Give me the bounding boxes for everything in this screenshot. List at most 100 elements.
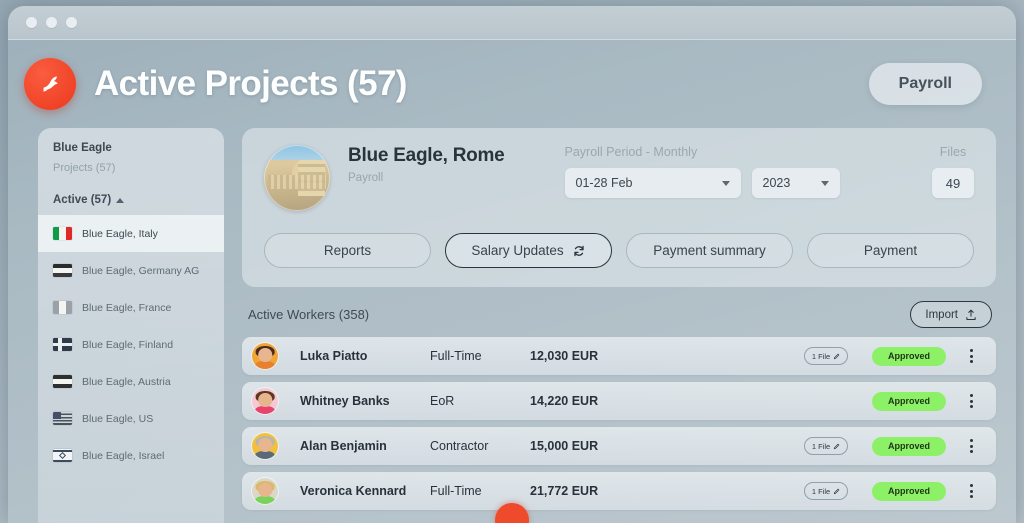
table-row[interactable]: Veronica Kennard Full-Time 21,772 EUR 1 Fil… xyxy=(242,472,996,510)
sidebar-item-label: Blue Eagle, Germany AG xyxy=(82,264,200,277)
sidebar-item-label: Blue Eagle, US xyxy=(82,412,154,425)
table-row[interactable]: Alan Benjamin Contractor 15,000 EUR 1 File A… xyxy=(242,427,996,465)
worker-type: Contractor xyxy=(430,439,489,453)
browser-window: Active Projects (57) Payroll Blue Eagle … xyxy=(8,6,1016,523)
file-chip-label: 1 File xyxy=(811,486,831,496)
avatar xyxy=(252,433,278,459)
sidebar-org-title: Blue Eagle xyxy=(53,142,112,154)
project-action-row: Reports Salary Updates Payment summary Paym… xyxy=(264,233,974,268)
worker-name: Whitney Banks xyxy=(300,394,390,408)
sidebar-item-italy[interactable]: Blue Eagle, Italy xyxy=(38,215,224,252)
status-badge: Approved xyxy=(872,391,946,411)
flag-finland-icon xyxy=(53,338,72,351)
row-menu-icon[interactable] xyxy=(960,394,982,408)
app-body: Blue Eagle Projects (57) Active (57) Blu… xyxy=(8,128,1016,523)
pencil-icon xyxy=(834,353,840,359)
avatar xyxy=(252,343,278,369)
file-chip-placeholder xyxy=(804,392,848,410)
sidebar-group-active[interactable]: Active (57) xyxy=(38,194,224,215)
flag-austria-icon xyxy=(53,375,72,388)
pencil-icon xyxy=(834,443,840,449)
project-subtitle: Payroll xyxy=(348,172,384,184)
sidebar-item-label: Blue Eagle, France xyxy=(82,301,172,314)
sidebar-item-label: Blue Eagle, Austria xyxy=(82,375,171,388)
sidebar-item-germany[interactable]: Blue Eagle, Germany AG xyxy=(38,252,224,289)
table-row[interactable]: Luka Piatto Full-Time 12,030 EUR 1 File Appr… xyxy=(242,337,996,375)
flag-france-icon xyxy=(53,301,72,314)
file-chip-label: 1 File xyxy=(811,441,831,451)
file-chip[interactable]: 1 File xyxy=(804,437,848,455)
sidebar-item-label: Blue Eagle, Italy xyxy=(82,227,158,240)
import-label: Import xyxy=(925,308,958,321)
flag-us-icon xyxy=(53,412,72,425)
worker-type: Full-Time xyxy=(430,349,482,363)
sidebar-item-list: Blue Eagle, Italy Blue Eagle, Germany AG B… xyxy=(38,215,224,474)
sidebar-item-label: Blue Eagle, Israel xyxy=(82,449,165,462)
action-button-payment-summary[interactable]: Payment summary xyxy=(626,233,793,268)
status-badge: Approved xyxy=(872,481,946,501)
file-chip[interactable]: 1 File xyxy=(804,482,848,500)
files-label: Files xyxy=(939,145,967,159)
row-menu-icon[interactable] xyxy=(960,349,982,363)
chevron-down-icon xyxy=(820,180,829,186)
workers-section-title: Active Workers (358) xyxy=(248,307,370,322)
action-button-label: Reports xyxy=(323,243,372,258)
row-menu-icon[interactable] xyxy=(960,484,982,498)
sidebar-item-label: Blue Eagle, Finland xyxy=(82,338,174,351)
year-select[interactable]: 2023 xyxy=(751,168,840,198)
flag-israel-icon xyxy=(53,449,72,462)
sidebar-item-austria[interactable]: Blue Eagle, Austria xyxy=(38,363,224,400)
action-button-reports[interactable]: Reports xyxy=(264,233,431,268)
payroll-button[interactable]: Payroll xyxy=(868,63,982,105)
sidebar-item-us[interactable]: Blue Eagle, US xyxy=(38,400,224,437)
traffic-light-close[interactable] xyxy=(26,17,37,28)
action-button-label: Payment summary xyxy=(653,243,766,258)
payroll-period-label: Payroll Period - Monthly xyxy=(564,145,698,159)
worker-type: EoR xyxy=(430,394,455,408)
files-block: Files 49 xyxy=(932,145,974,198)
files-count[interactable]: 49 xyxy=(932,168,974,198)
sidebar-item-finland[interactable]: Blue Eagle, Finland xyxy=(38,326,224,363)
page-title: Active Projects (57) xyxy=(94,64,407,103)
avatar xyxy=(252,478,278,504)
bird-logo-icon[interactable] xyxy=(24,58,76,110)
worker-salary: 12,030 EUR xyxy=(530,349,599,363)
sidebar-item-france[interactable]: Blue Eagle, France xyxy=(38,289,224,326)
worker-salary: 15,000 EUR xyxy=(530,439,599,453)
avatar xyxy=(252,388,278,414)
chevron-down-icon xyxy=(721,180,730,186)
sidebar-item-israel[interactable]: Blue Eagle, Israel xyxy=(38,437,224,474)
import-button[interactable]: Import xyxy=(910,301,992,328)
action-button-salary-updates[interactable]: Salary Updates xyxy=(445,233,612,268)
table-row[interactable]: Whitney Banks EoR 14,220 EUR Approved xyxy=(242,382,996,420)
status-badge: Approved xyxy=(872,346,946,366)
flag-italy-icon xyxy=(53,227,72,240)
file-chip[interactable]: 1 File xyxy=(804,347,848,365)
payroll-period-block: Payroll Period - Monthly 01-28 Feb 2023 xyxy=(564,145,840,198)
workers-header: Active Workers (358) Import xyxy=(242,301,996,328)
rome-colosseum-photo xyxy=(264,145,330,211)
action-button-payment[interactable]: Payment xyxy=(807,233,974,268)
period-select[interactable]: 01-28 Feb xyxy=(564,168,741,198)
worker-name: Luka Piatto xyxy=(300,349,368,363)
project-card: Blue Eagle, Rome Payroll Payroll Period … xyxy=(242,128,996,287)
period-select-value: 01-28 Feb xyxy=(575,176,633,190)
refresh-icon xyxy=(573,245,584,256)
action-button-label: Salary Updates xyxy=(471,243,564,258)
app-header: Active Projects (57) Payroll xyxy=(8,40,1016,128)
worker-salary: 14,220 EUR xyxy=(530,394,599,408)
upload-icon xyxy=(966,309,976,320)
payroll-period-selects: 01-28 Feb 2023 xyxy=(564,168,840,198)
pencil-icon xyxy=(834,488,840,494)
file-chip-label: 1 File xyxy=(811,351,831,361)
worker-name: Veronica Kennard xyxy=(300,484,407,498)
traffic-light-maximize[interactable] xyxy=(66,17,77,28)
sidebar: Blue Eagle Projects (57) Active (57) Blu… xyxy=(38,128,224,523)
traffic-light-minimize[interactable] xyxy=(46,17,57,28)
worker-name: Alan Benjamin xyxy=(300,439,387,453)
worker-salary: 21,772 EUR xyxy=(530,484,599,498)
row-menu-icon[interactable] xyxy=(960,439,982,453)
project-card-header: Blue Eagle, Rome Payroll Payroll Period … xyxy=(264,145,974,211)
window-titlebar xyxy=(8,6,1016,40)
sidebar-org-subtitle: Projects (57) xyxy=(53,162,116,174)
